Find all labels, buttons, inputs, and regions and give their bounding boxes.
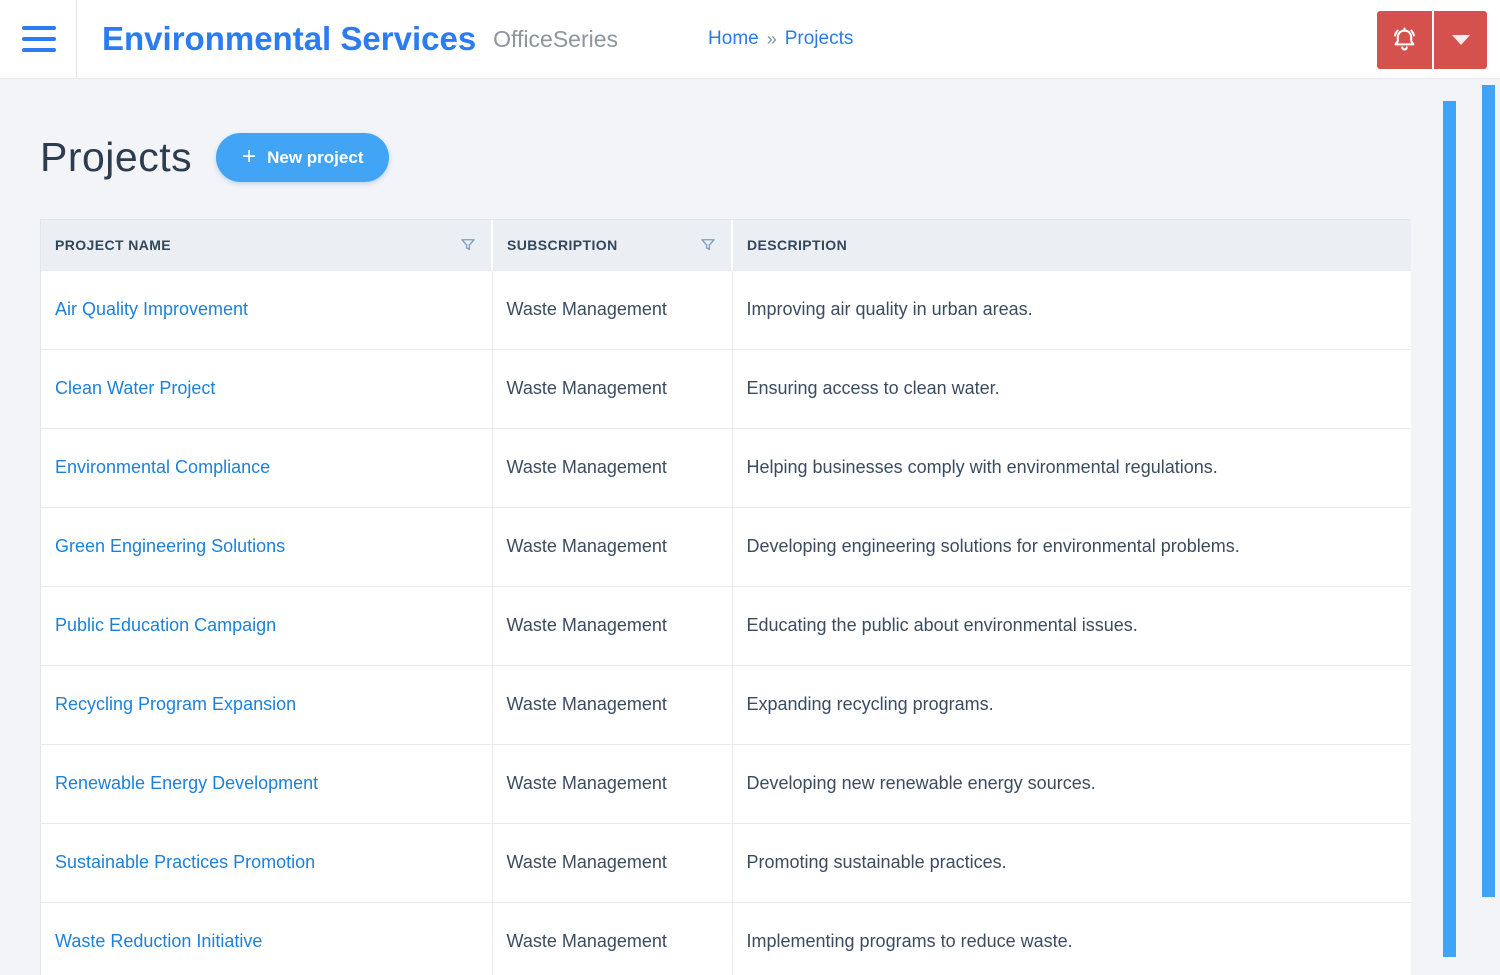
project-link[interactable]: Sustainable Practices Promotion [55, 852, 315, 872]
column-label: DESCRIPTION [747, 236, 848, 253]
subscription-cell: Waste Management [491, 427, 732, 507]
table-header-row: PROJECT NAME SUBSCRIPTION DESCRIPTION [41, 220, 1411, 270]
project-link[interactable]: Recycling Program Expansion [55, 694, 296, 714]
chevron-down-icon [1451, 35, 1470, 45]
breadcrumb-separator: » [766, 28, 777, 49]
subscription-cell: Waste Management [491, 585, 732, 665]
description-cell: Developing new renewable energy sources. [731, 743, 1411, 823]
column-header-project-name: PROJECT NAME [41, 220, 492, 270]
breadcrumb-home-link[interactable]: Home [708, 28, 759, 50]
table-row: Green Engineering Solutions Waste Manage… [41, 506, 1411, 586]
filter-icon[interactable] [459, 236, 477, 254]
description-cell: Improving air quality in urban areas. [731, 269, 1411, 349]
column-header-subscription: SUBSCRIPTION [491, 220, 732, 270]
page-title: Projects [40, 134, 193, 180]
table-row: Public Education Campaign Waste Manageme… [41, 585, 1411, 665]
bell-icon [1389, 25, 1420, 56]
table-row: Recycling Program Expansion Waste Manage… [41, 664, 1411, 744]
table-row: Waste Reduction Initiative Waste Managem… [41, 901, 1411, 975]
subscription-cell: Waste Management [491, 901, 732, 975]
description-cell: Promoting sustainable practices. [731, 822, 1411, 902]
project-link[interactable]: Renewable Energy Development [55, 773, 318, 793]
page-head: Projects + New project [40, 133, 1460, 182]
project-link[interactable]: Green Engineering Solutions [55, 536, 285, 556]
subscription-cell: Waste Management [491, 269, 732, 349]
project-link[interactable]: Air Quality Improvement [55, 299, 248, 319]
subscription-cell: Waste Management [491, 822, 732, 902]
column-label: SUBSCRIPTION [507, 236, 618, 253]
column-header-description: DESCRIPTION [731, 220, 1411, 270]
project-link[interactable]: Clean Water Project [55, 378, 215, 398]
new-project-button[interactable]: + New project [216, 133, 390, 182]
project-link[interactable]: Environmental Compliance [55, 457, 270, 477]
table-row: Environmental Compliance Waste Managemen… [41, 427, 1411, 507]
notifications-button[interactable] [1377, 11, 1432, 69]
scrollbar-thumb-page[interactable] [1482, 85, 1495, 897]
table-row: Air Quality Improvement Waste Management… [41, 269, 1411, 349]
table-row: Renewable Energy Development Waste Manag… [41, 743, 1411, 823]
table-row: Sustainable Practices Promotion Waste Ma… [41, 822, 1411, 902]
hamburger-menu-icon[interactable] [22, 26, 56, 52]
table-row: Clean Water Project Waste Management Ens… [41, 348, 1411, 428]
topbar-actions [1377, 11, 1487, 69]
breadcrumb: Home » Projects [708, 28, 853, 50]
app-brand-title: Environmental Services [102, 20, 477, 57]
account-dropdown-button[interactable] [1434, 11, 1487, 69]
project-link[interactable]: Waste Reduction Initiative [55, 931, 262, 951]
app-suite-label: OfficeSeries [493, 25, 619, 52]
subscription-cell: Waste Management [491, 664, 732, 744]
topbar-divider [76, 0, 77, 79]
main-content: Projects + New project PROJECT NAME SUBS… [0, 133, 1500, 975]
scrollbar-thumb-content[interactable] [1443, 101, 1456, 957]
new-project-label: New project [267, 147, 364, 167]
filter-icon[interactable] [699, 236, 717, 254]
project-link[interactable]: Public Education Campaign [55, 615, 276, 635]
subscription-cell: Waste Management [491, 348, 732, 428]
subscription-cell: Waste Management [491, 506, 732, 586]
plus-icon: + [242, 142, 257, 170]
description-cell: Developing engineering solutions for env… [731, 506, 1411, 586]
description-cell: Educating the public about environmental… [731, 585, 1411, 665]
description-cell: Helping businesses comply with environme… [731, 427, 1411, 507]
description-cell: Expanding recycling programs. [731, 664, 1411, 744]
description-cell: Implementing programs to reduce waste. [731, 901, 1411, 975]
description-cell: Ensuring access to clean water. [731, 348, 1411, 428]
breadcrumb-current-link[interactable]: Projects [785, 28, 854, 50]
subscription-cell: Waste Management [491, 743, 732, 823]
top-bar: Environmental Services OfficeSeries Home… [0, 0, 1500, 79]
column-label: PROJECT NAME [55, 236, 172, 253]
projects-table: PROJECT NAME SUBSCRIPTION DESCRIPTION Ai… [40, 219, 1411, 975]
